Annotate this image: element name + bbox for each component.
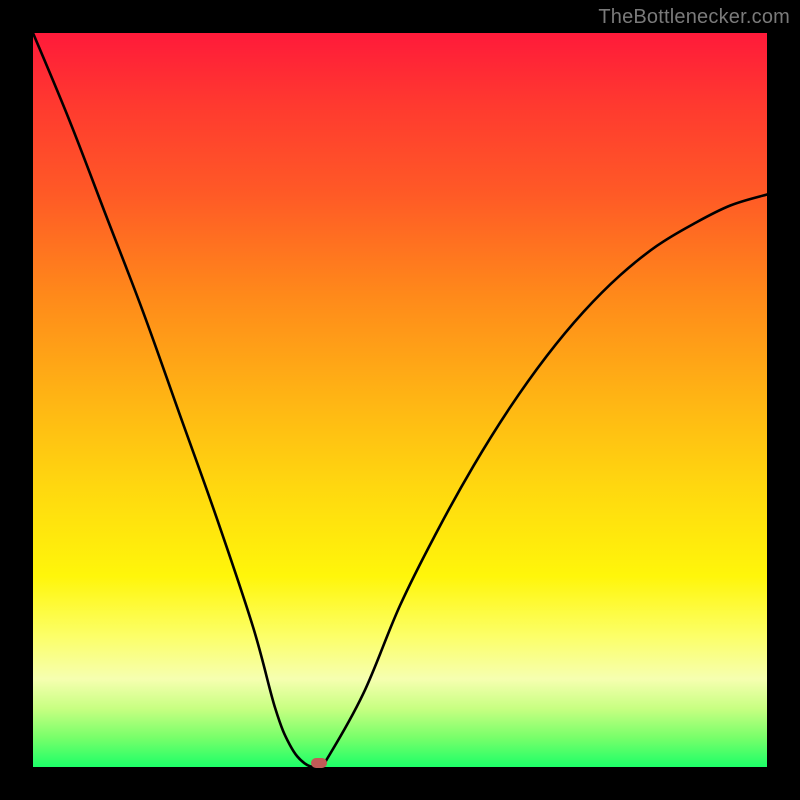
watermark-label: TheBottlenecker.com	[598, 6, 790, 29]
bottleneck-curve	[33, 33, 767, 767]
chart-frame: TheBottlenecker.com	[0, 0, 800, 800]
optimum-marker	[311, 758, 327, 768]
